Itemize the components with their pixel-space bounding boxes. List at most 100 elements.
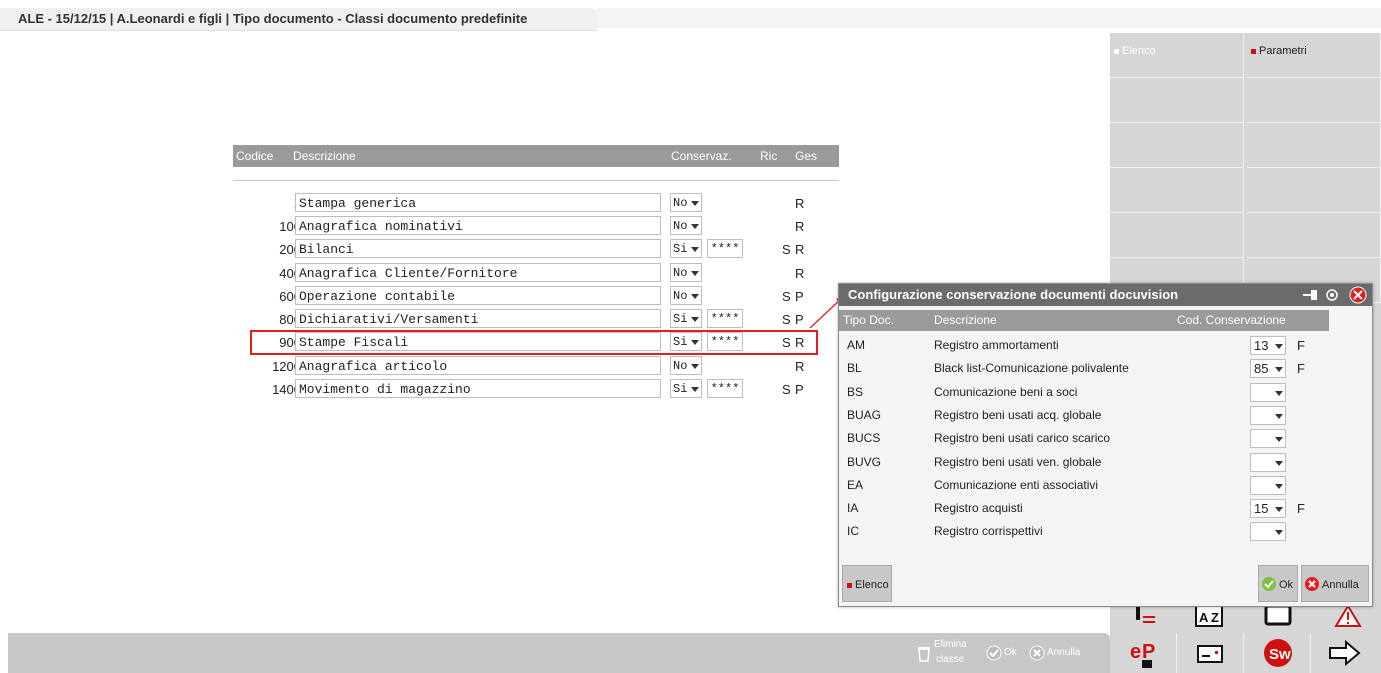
row-conservaz-select[interactable]: No [670, 263, 702, 282]
pin-icon[interactable] [1301, 288, 1321, 302]
elimina-classe-button[interactable]: Elimina classe [914, 636, 980, 670]
annulla-button-bottom[interactable]: Annulla [1027, 636, 1093, 670]
dlg-row-descrizione: Registro beni usati acq. globale [934, 407, 1102, 422]
row-ges: P [795, 382, 804, 397]
dialog-elenco-button[interactable]: Elenco [842, 565, 892, 602]
dialog-table-row[interactable]: BUAG Registro beni usati acq. globale [839, 404, 1329, 427]
table-row[interactable]: 200 Bilanci Si **** S R [233, 238, 839, 260]
row-conservaz-select[interactable]: No [670, 356, 702, 375]
table-row[interactable]: 800 Dichiarativi/Versamenti Si **** S P [233, 308, 839, 330]
chevron-down-icon [691, 224, 699, 229]
trash-icon [918, 647, 930, 662]
row-password-field[interactable]: **** [707, 379, 743, 398]
sw-logo-icon[interactable]: Sw [1244, 633, 1311, 673]
svg-text:P: P [1142, 641, 1155, 663]
dialog-table-row[interactable]: IA Registro acquisti 15 F [839, 497, 1329, 520]
row-conservaz-select[interactable]: Si [670, 379, 702, 398]
dialog-table-row[interactable]: BS Comunicazione beni a soci [839, 381, 1329, 404]
row-codice: 1400 [272, 382, 301, 397]
panel-cell[interactable] [1110, 123, 1244, 168]
close-icon[interactable] [1349, 286, 1367, 304]
panel-cell[interactable] [1110, 168, 1244, 213]
row-descrizione-field[interactable]: Anagrafica articolo [295, 356, 661, 375]
dlg-row-cod-select[interactable] [1250, 429, 1286, 449]
dlg-row-descrizione: Registro acquisti [934, 501, 1023, 516]
chevron-down-icon [691, 247, 699, 252]
col-codice: Codice [236, 149, 274, 163]
dialog-table-row[interactable]: BL Black list-Comunicazione polivalente 85… [839, 357, 1329, 380]
dialog-titlebar[interactable]: Configurazione conservazione documenti d… [839, 284, 1372, 306]
chevron-down-icon [691, 317, 699, 322]
parametri-button[interactable]: Parametri [1247, 33, 1381, 78]
panel-cell[interactable] [1247, 168, 1381, 213]
chevron-down-icon [1275, 507, 1283, 513]
row-password-field[interactable]: **** [707, 239, 743, 258]
dialog-ok-button[interactable]: Ok [1258, 565, 1298, 602]
elenco-button[interactable]: Elenco [1110, 33, 1244, 78]
panel-cell[interactable] [1247, 123, 1381, 168]
row-conservaz-select[interactable]: Si [670, 239, 702, 258]
row-descrizione-field[interactable]: Anagrafica Cliente/Fornitore [295, 263, 661, 282]
config-dialog: Configurazione conservazione documenti d… [838, 283, 1373, 607]
table-row[interactable]: 1Stampa generica No R [233, 192, 839, 214]
dlg-row-cod-select[interactable] [1250, 382, 1286, 402]
chevron-down-icon [1275, 530, 1283, 536]
panel-cell[interactable] [1110, 78, 1244, 123]
table-row[interactable]: 1200 Anagrafica articolo No R [233, 355, 839, 377]
target-icon[interactable] [1325, 288, 1339, 302]
panel-cell[interactable] [1247, 78, 1381, 123]
dialog-table-row[interactable]: BUVG Registro beni usati ven. globale [839, 451, 1329, 474]
dlg-row-flag: F [1297, 501, 1305, 517]
chevron-down-icon [1275, 367, 1283, 373]
annulla-label: Annulla [1047, 647, 1081, 658]
table-row[interactable]: 400 Anagrafica Cliente/Fornitore No R [233, 262, 839, 284]
dlg-row-cod-select[interactable] [1250, 405, 1286, 425]
row-conservaz-select[interactable]: No [670, 286, 702, 305]
row-ges: P [795, 289, 804, 304]
row-descrizione-field[interactable]: Movimento di magazzino [295, 379, 661, 398]
table-row[interactable]: 100 Anagrafica nominativi No R [233, 215, 839, 237]
dlg-row-cod-select[interactable]: 15 [1250, 499, 1286, 519]
row-conservaz-value: No [673, 219, 688, 233]
table-row[interactable]: 1400 Movimento di magazzino Si **** S P [233, 378, 839, 400]
dlg-row-cod-select[interactable] [1250, 452, 1286, 472]
dlg-row-cod-select[interactable] [1250, 475, 1286, 495]
chevron-down-icon [691, 271, 699, 276]
row-descrizione-field[interactable]: Bilanci [295, 239, 661, 258]
panel-cell[interactable] [1110, 213, 1244, 258]
dialog-table-row[interactable]: EA Comunicazione enti associativi [839, 474, 1329, 497]
chevron-down-icon [1275, 437, 1283, 443]
row-descrizione-field[interactable]: Operazione contabile [295, 286, 661, 305]
row-descrizione-field[interactable]: Dichiarativi/Versamenti [295, 309, 661, 328]
title-strip-right [1097, 8, 1381, 28]
row-password-field[interactable]: **** [707, 309, 743, 328]
dialog-table-row[interactable]: IC Registro corrispettivi [839, 520, 1329, 543]
row-descrizione-field[interactable]: Stampa generica [295, 193, 661, 212]
table-row[interactable]: 600 Operazione contabile No S P [233, 285, 839, 307]
ep-lock-icon[interactable]: eP [1110, 633, 1177, 673]
svg-text:e: e [1130, 641, 1141, 663]
dlg-row-cod-select[interactable] [1250, 522, 1286, 542]
doc-icon[interactable] [1177, 633, 1244, 673]
window-title: ALE - 15/12/15 | A.Leonardi e figli | Ti… [18, 11, 528, 26]
row-codice: 1200 [272, 359, 301, 374]
top-strip [597, 8, 1097, 28]
next-arrow-icon[interactable] [1311, 633, 1378, 673]
ok-button-bottom[interactable]: Ok [984, 636, 1024, 670]
dialog-table-row[interactable]: BUCS Registro beni usati carico scarico [839, 427, 1329, 450]
row-descrizione-field[interactable]: Anagrafica nominativi [295, 216, 661, 235]
dialog-table-row[interactable]: AM Registro ammortamenti 13 F [839, 334, 1329, 357]
row-conservaz-select[interactable]: Si [670, 309, 702, 328]
panel-cell[interactable] [1247, 213, 1381, 258]
dialog-table-header: Tipo Doc. Descrizione Cod. Conservazione [839, 310, 1329, 331]
dialog-ok-label: Ok [1279, 579, 1294, 591]
col-conservaz: Conservaz. [671, 149, 732, 163]
row-ric: S [782, 382, 791, 397]
chevron-down-icon [1275, 413, 1283, 419]
chevron-down-icon [1275, 344, 1283, 349]
dlg-row-cod-select[interactable]: 13 [1250, 336, 1286, 355]
dialog-annulla-button[interactable]: Annulla [1301, 565, 1369, 602]
dlg-row-cod-select[interactable]: 85 [1250, 359, 1286, 379]
row-conservaz-select[interactable]: No [670, 216, 702, 235]
row-conservaz-select[interactable]: No [670, 193, 702, 212]
